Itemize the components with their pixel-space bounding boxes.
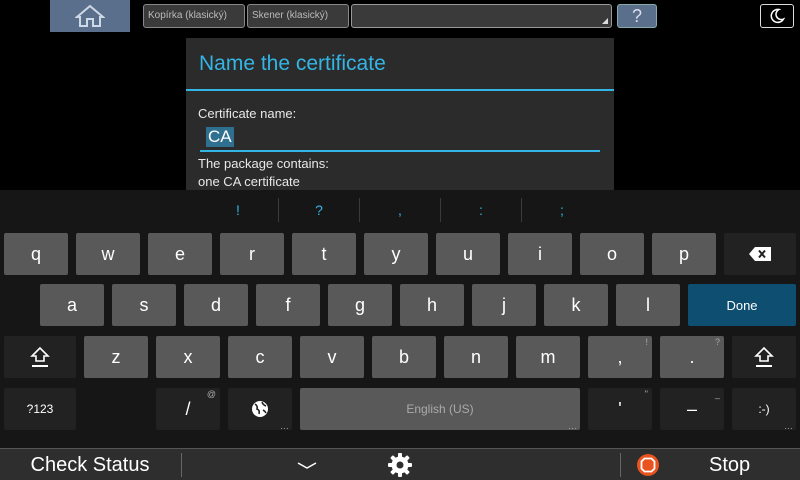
- chevron-down-icon: [297, 462, 317, 469]
- backspace-icon: [749, 247, 771, 261]
- settings-button[interactable]: [383, 451, 417, 479]
- stop-button-label: Stop: [709, 454, 751, 476]
- key-period[interactable]: . ?: [660, 336, 724, 378]
- resize-corner-icon: [602, 18, 608, 24]
- tab-scanner-label: Skener (klasický): [252, 10, 329, 21]
- key-h[interactable]: h: [400, 284, 464, 326]
- bottom-divider: [181, 453, 182, 477]
- key-period-hint: ?: [714, 337, 720, 347]
- globe-icon: [252, 401, 268, 417]
- key-g[interactable]: g: [328, 284, 392, 326]
- key-slash[interactable]: / @: [156, 388, 220, 430]
- key-dash[interactable]: – _: [660, 388, 724, 430]
- top-bar: Kopírka (klasický) Skener (klasický) ?: [0, 0, 800, 32]
- space-key[interactable]: English (US) …: [300, 388, 580, 431]
- suggestion-question[interactable]: ?: [279, 190, 359, 230]
- key-n[interactable]: n: [444, 336, 508, 378]
- key-r[interactable]: r: [220, 233, 284, 275]
- stop-button[interactable]: Stop: [632, 449, 800, 480]
- suggestion-colon[interactable]: :: [441, 190, 521, 230]
- smiley-key[interactable]: :-) …: [732, 388, 796, 431]
- moon-icon: [770, 8, 785, 24]
- key-apostrophe[interactable]: ' ": [588, 388, 652, 430]
- key-f[interactable]: f: [256, 284, 320, 326]
- key-z[interactable]: z: [84, 336, 148, 378]
- certificate-name-label: Certificate name:: [198, 106, 297, 121]
- package-info-detail: one CA certificate: [198, 174, 300, 189]
- shift-key-left[interactable]: [4, 336, 76, 378]
- key-b[interactable]: b: [372, 336, 436, 378]
- suggestion-bar: ! ? , : ;: [0, 190, 800, 230]
- tab-scanner[interactable]: Skener (klasický): [247, 4, 349, 28]
- bottom-bar: Check Status Stop: [0, 448, 800, 480]
- key-v[interactable]: v: [300, 336, 364, 378]
- home-button[interactable]: [50, 0, 130, 32]
- stop-icon: [637, 454, 659, 476]
- dialog-divider: [186, 89, 614, 91]
- certificate-name-input[interactable]: CA: [200, 124, 600, 152]
- key-x[interactable]: x: [156, 336, 220, 378]
- package-info-heading: The package contains:: [198, 156, 329, 171]
- key-c[interactable]: c: [228, 336, 292, 378]
- key-m[interactable]: m: [516, 336, 580, 378]
- key-dash-hint: _: [714, 389, 720, 399]
- done-key[interactable]: Done: [688, 284, 796, 326]
- key-t[interactable]: t: [292, 233, 356, 275]
- key-apostrophe-hint: ": [644, 389, 648, 399]
- tab-copier[interactable]: Kopírka (klasický): [143, 4, 245, 28]
- more-dots-icon: …: [280, 421, 289, 431]
- check-status-button[interactable]: Check Status: [0, 449, 180, 480]
- hide-keyboard-button[interactable]: [290, 453, 324, 477]
- more-dots-icon: …: [568, 421, 577, 431]
- key-k[interactable]: k: [544, 284, 608, 326]
- space-key-label: English (US): [406, 402, 474, 416]
- key-w[interactable]: w: [76, 233, 140, 275]
- more-dots-icon: …: [784, 421, 793, 431]
- key-apostrophe-label: ': [618, 398, 622, 419]
- key-j[interactable]: j: [472, 284, 536, 326]
- language-key[interactable]: …: [228, 388, 292, 431]
- suggestion-comma[interactable]: ,: [360, 190, 440, 230]
- key-u[interactable]: u: [436, 233, 500, 275]
- shift-icon: [30, 346, 50, 367]
- key-o[interactable]: o: [580, 233, 644, 275]
- key-slash-label: /: [185, 398, 191, 419]
- home-icon: [75, 4, 105, 27]
- key-i[interactable]: i: [508, 233, 572, 275]
- key-slash-hint: @: [206, 389, 216, 399]
- suggestion-semicolon[interactable]: ;: [522, 190, 602, 230]
- gear-icon: [388, 453, 412, 477]
- key-l[interactable]: l: [616, 284, 680, 326]
- key-s[interactable]: s: [112, 284, 176, 326]
- key-dash-label: –: [686, 398, 697, 419]
- night-mode-button[interactable]: [760, 4, 794, 28]
- help-button[interactable]: ?: [617, 4, 657, 28]
- key-y[interactable]: y: [364, 233, 428, 275]
- key-q[interactable]: q: [4, 233, 68, 275]
- soft-keyboard: ! ? , : ; q w e r t y u i o p a s d f g …: [0, 190, 800, 448]
- key-e[interactable]: e: [148, 233, 212, 275]
- symbols-key[interactable]: ?123: [4, 388, 76, 430]
- tab-copier-label: Kopírka (klasický): [148, 10, 227, 21]
- top-text-field[interactable]: [351, 4, 612, 28]
- backspace-key[interactable]: [724, 233, 796, 275]
- key-comma[interactable]: , !: [588, 336, 652, 378]
- dialog-title: Name the certificate: [199, 52, 386, 75]
- key-comma-label: ,: [617, 346, 623, 367]
- key-comma-hint: !: [645, 337, 648, 347]
- bottom-divider: [620, 453, 621, 477]
- shift-key-right[interactable]: [732, 336, 796, 378]
- shift-icon: [754, 346, 774, 367]
- name-certificate-dialog: Name the certificate Certificate name: C…: [186, 38, 614, 190]
- key-p[interactable]: p: [652, 233, 716, 275]
- smiley-key-label: :-): [758, 402, 770, 416]
- key-d[interactable]: d: [184, 284, 248, 326]
- key-a[interactable]: a: [40, 284, 104, 326]
- certificate-name-value: CA: [206, 127, 234, 147]
- suggestion-exclamation[interactable]: !: [198, 190, 278, 230]
- key-period-label: .: [689, 346, 695, 367]
